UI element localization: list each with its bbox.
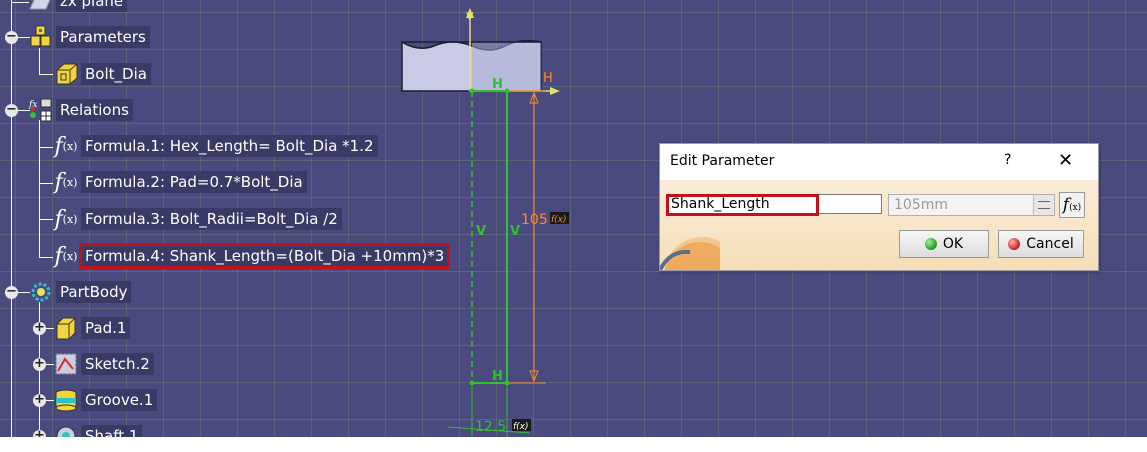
dimension-width-value[interactable]: 12.5 xyxy=(475,419,506,435)
tree-connector xyxy=(11,2,29,3)
tree-connector xyxy=(39,257,53,258)
pad-icon xyxy=(53,315,79,341)
gear-icon xyxy=(28,279,54,305)
tree-label-groove: Groove.1 xyxy=(81,389,158,411)
dialog-body: Shank_Length 105mm f(x) OK Cancel xyxy=(660,180,1098,270)
tree-label-bolt-dia: Bolt_Dia xyxy=(81,63,151,85)
tree-branch-relations xyxy=(39,120,40,258)
formula-icon: f (x) xyxy=(54,206,78,232)
tree-label-formula-2: Formula.2: Pad=0.7*Bolt_Dia xyxy=(81,171,307,193)
formula-icon: f (x) xyxy=(54,133,78,159)
parameters-icon xyxy=(28,24,54,50)
cancel-button[interactable]: Cancel xyxy=(998,230,1084,258)
vertical-constraint-left[interactable]: V xyxy=(476,224,486,239)
tree-label-formula-3: Formula.3: Bolt_Radii=Bolt_Dia /2 xyxy=(81,208,342,230)
tree-label-zx-plane: zx plane xyxy=(56,0,128,12)
dialog-title: Edit Parameter xyxy=(670,153,775,169)
expand-sketch-button[interactable]: + xyxy=(33,357,46,371)
tree-item-sketch[interactable]: Sketch.2 xyxy=(53,350,154,378)
bolt-head-half xyxy=(472,42,541,91)
tree-label-partbody: PartBody xyxy=(56,281,132,303)
tree-label-parameters: Parameters xyxy=(56,26,150,48)
tree-item-relations[interactable]: fx Relations xyxy=(28,96,133,124)
tree-label-sketch: Sketch.2 xyxy=(81,353,154,375)
sketch-icon xyxy=(53,351,79,377)
formula-button[interactable]: f(x) xyxy=(1059,192,1085,218)
cancel-label: Cancel xyxy=(1026,236,1074,252)
tree-branch-parameters xyxy=(39,48,40,74)
tree-item-partbody[interactable]: PartBody xyxy=(28,278,132,306)
tree-item-pad[interactable]: Pad.1 xyxy=(53,314,131,342)
expand-shaft-button[interactable]: + xyxy=(33,429,46,437)
groove-icon xyxy=(53,387,79,413)
dimension-length-value[interactable]: 105 xyxy=(521,212,548,228)
spinner-up-icon[interactable] xyxy=(1038,201,1050,202)
shaft-icon xyxy=(53,423,79,437)
formula-icon: f (x) xyxy=(54,169,78,195)
tree-label-formula-1: Formula.1: Hex_Length= Bolt_Dia *1.2 xyxy=(81,135,378,157)
plane-icon xyxy=(28,0,54,14)
horizontal-constraint-bottom[interactable]: H xyxy=(492,369,503,384)
collapse-parameters-button[interactable]: − xyxy=(5,30,18,44)
collapse-partbody-button[interactable]: − xyxy=(5,285,18,299)
help-button[interactable]: ? xyxy=(1004,152,1011,168)
tree-item-formula-2[interactable]: f (x) Formula.2: Pad=0.7*Bolt_Dia xyxy=(53,168,307,196)
3d-viewport[interactable]: zx plane − Parameters Bolt_Dia − fx Rela… xyxy=(0,0,1147,437)
close-icon[interactable]: ✕ xyxy=(1058,150,1073,171)
tree-connector xyxy=(39,74,53,75)
ok-green-icon xyxy=(924,238,937,250)
vertical-constraint-right[interactable]: V xyxy=(510,224,520,239)
value-spinner[interactable] xyxy=(1033,195,1054,215)
tree-label-shaft: Shaft.1 xyxy=(81,425,143,437)
formula-button-x: (x) xyxy=(1069,203,1082,213)
ok-label: OK xyxy=(942,236,964,252)
cancel-red-icon xyxy=(1008,238,1021,250)
parameter-value-field[interactable]: 105mm xyxy=(888,194,1055,216)
tree-item-groove[interactable]: Groove.1 xyxy=(53,386,158,414)
globe-icon xyxy=(660,230,720,270)
relations-icon: fx xyxy=(28,97,54,123)
formula-tag-width: f(x) xyxy=(513,422,529,432)
tree-item-formula-1[interactable]: f (x) Formula.1: Hex_Length= Bolt_Dia *1.… xyxy=(53,132,378,160)
tree-connector xyxy=(39,147,53,148)
tree-connector xyxy=(39,219,53,220)
tree-connector xyxy=(39,183,53,184)
horizontal-constraint-top[interactable]: H xyxy=(492,77,503,92)
h-axis-label: H xyxy=(543,71,553,86)
parameter-name-field[interactable]: Shank_Length xyxy=(666,194,882,214)
parameter-box-icon xyxy=(53,61,79,87)
sketch-point[interactable] xyxy=(504,380,510,386)
tree-item-parameters[interactable]: Parameters xyxy=(28,23,150,51)
tree-trunk xyxy=(11,0,12,437)
tree-item-formula-3[interactable]: f (x) Formula.3: Bolt_Radii=Bolt_Dia /2 xyxy=(53,205,342,233)
sketch-point[interactable] xyxy=(469,380,475,386)
dialog-titlebar[interactable]: Edit Parameter ? ✕ xyxy=(660,144,1098,180)
sketch-geometry[interactable]: V H H H V V 105 f(x) 12.5 f(x) xyxy=(380,0,600,437)
bottom-strip xyxy=(0,437,1147,452)
tree-label-pad: Pad.1 xyxy=(81,317,131,339)
tree-item-shaft[interactable]: Shaft.1 xyxy=(53,422,143,437)
sketch-point[interactable] xyxy=(504,88,510,94)
tree-item-zx-plane[interactable]: zx plane xyxy=(28,0,128,15)
tree-label-relations: Relations xyxy=(56,99,133,121)
sketch-point[interactable] xyxy=(469,88,475,94)
edit-parameter-dialog[interactable]: Edit Parameter ? ✕ Shank_Length 105mm f(… xyxy=(659,143,1099,271)
formula-tag-length: f(x) xyxy=(551,215,567,225)
collapse-relations-button[interactable]: − xyxy=(5,103,18,117)
h-axis-arrow xyxy=(550,87,560,95)
v-axis-label: V xyxy=(466,10,474,23)
expand-pad-button[interactable]: + xyxy=(33,321,46,335)
formula-icon: f (x) xyxy=(54,243,78,269)
tree-item-bolt-dia[interactable]: Bolt_Dia xyxy=(53,60,151,88)
spinner-down-icon[interactable] xyxy=(1038,208,1050,209)
ok-button[interactable]: OK xyxy=(899,230,989,258)
expand-groove-button[interactable]: + xyxy=(33,393,46,407)
